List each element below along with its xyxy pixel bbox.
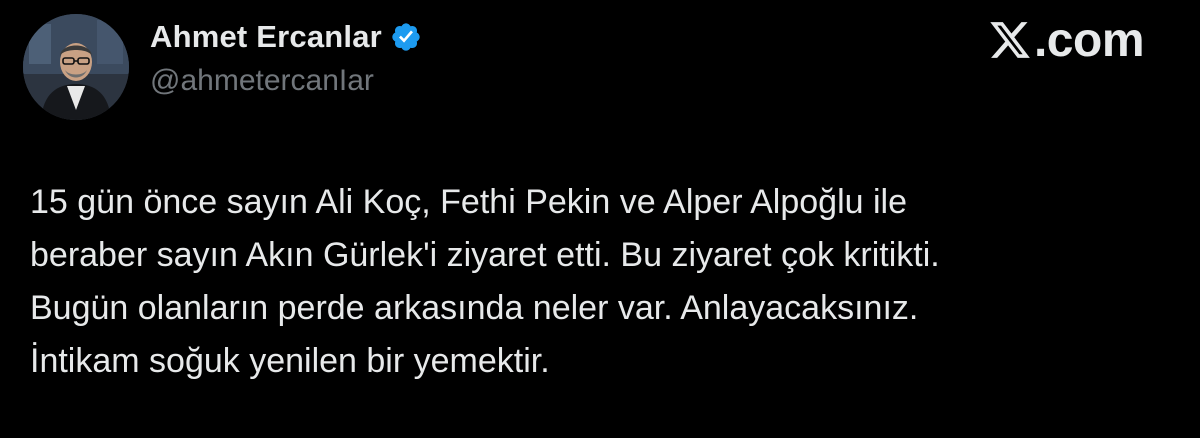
author-display-name[interactable]: Ahmet Ercanlar	[150, 19, 382, 55]
x-com-watermark: .com	[988, 12, 1145, 68]
x-logo-icon	[988, 18, 1032, 62]
brand-domain-text: .com	[1033, 13, 1145, 67]
tweet-text-line: Bugün olanların perde arkasında neler va…	[30, 289, 919, 327]
author-handle[interactable]: @ahmetercanIar	[150, 64, 374, 98]
verified-badge-icon	[390, 21, 422, 53]
author-name-row: Ahmet Ercanlar	[150, 17, 422, 57]
tweet-text-line: İntikam soğuk yenilen bir yemektir.	[30, 342, 550, 380]
avatar-photo	[23, 14, 129, 120]
tweet-card: Ahmet Ercanlar @ahmetercanIar .com 15 gü…	[0, 0, 1200, 438]
tweet-text-line: beraber sayın Akın Gürlek'i ziyaret etti…	[30, 236, 940, 274]
tweet-text-line: 15 gün önce sayın Ali Koç, Fethi Pekin v…	[30, 183, 907, 221]
tweet-text: 15 gün önce sayın Ali Koç, Fethi Pekin v…	[30, 176, 1170, 388]
avatar[interactable]	[23, 14, 129, 120]
